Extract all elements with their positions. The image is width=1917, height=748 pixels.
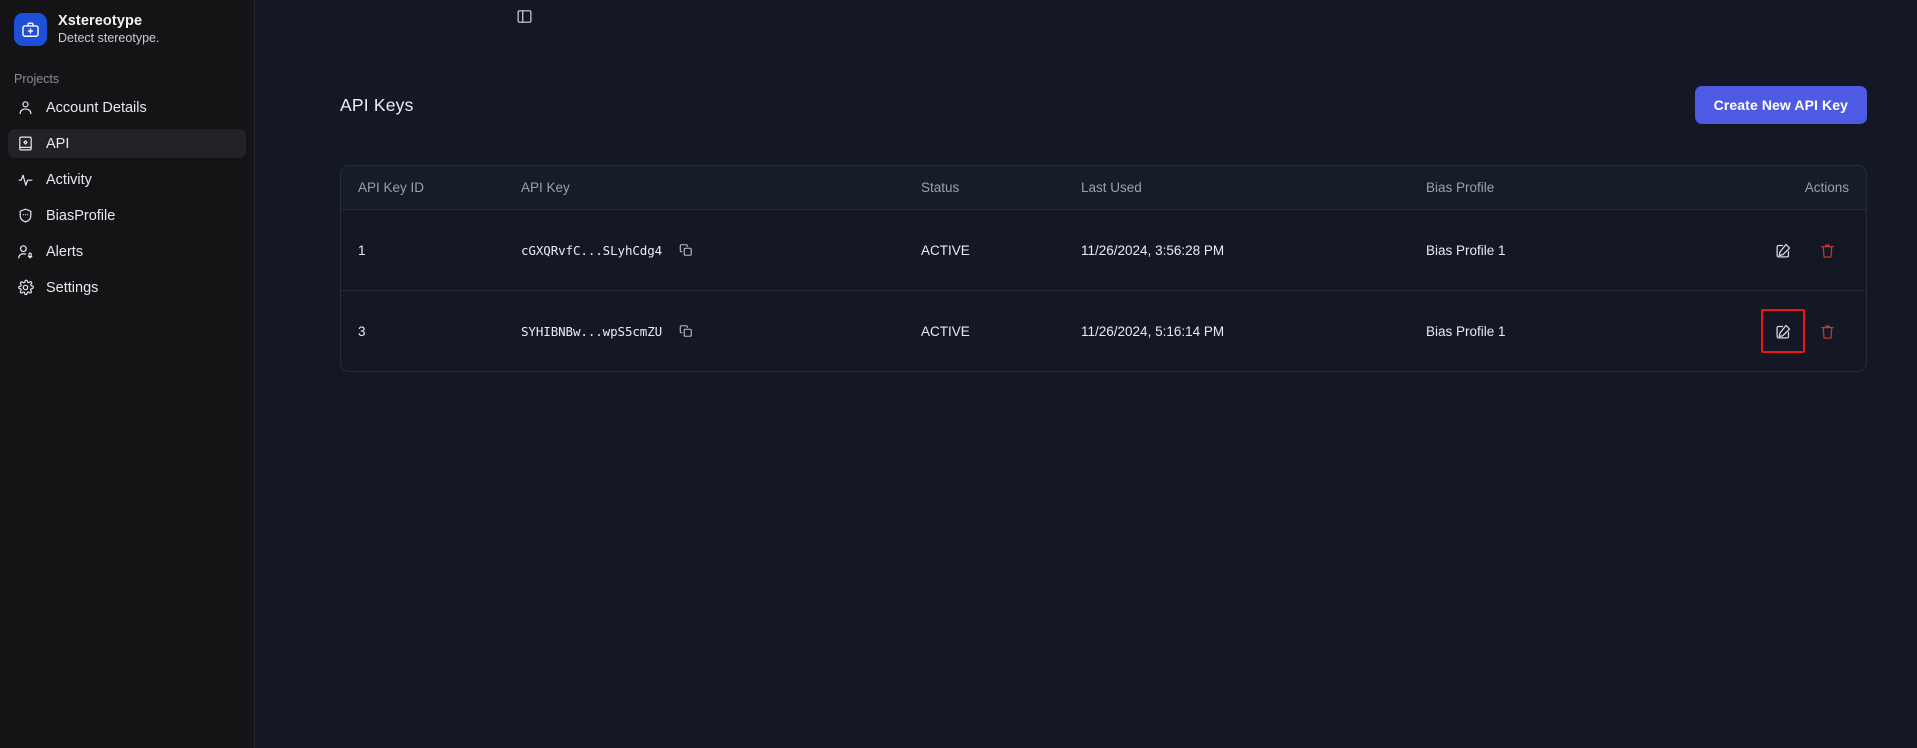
brand-text: Xstereotype Detect stereotype.	[58, 12, 159, 46]
brand-title: Xstereotype	[58, 13, 143, 29]
sidebar-item-settings[interactable]: Settings	[8, 273, 246, 302]
activity-pulse-icon	[17, 171, 34, 188]
column-header-bias-profile: Bias Profile	[1426, 166, 1761, 210]
main-content: API Keys Create New API Key API Key ID A…	[255, 0, 1917, 748]
user-icon	[17, 99, 34, 116]
sidebar-item-label: API	[46, 135, 70, 152]
cell-actions	[1761, 209, 1866, 291]
sidebar-item-api[interactable]: API	[8, 129, 246, 159]
column-header-api-key: API Key	[521, 166, 921, 210]
status-badge: ACTIVE	[921, 209, 1081, 291]
trash-icon[interactable]	[1805, 228, 1849, 272]
cell-api-key: cGXQRvfC...SLyhCdg4	[521, 209, 921, 291]
row-actions	[1761, 309, 1849, 353]
column-header-api-key-id: API Key ID	[341, 166, 521, 210]
cell-api-key-id: 3	[358, 323, 366, 339]
page-header: API Keys Create New API Key	[340, 86, 1867, 124]
trash-icon[interactable]	[1805, 309, 1849, 353]
copy-icon[interactable]	[679, 324, 693, 338]
page-title: API Keys	[340, 94, 414, 115]
cell-last-used: 11/26/2024, 3:56:28 PM	[1081, 209, 1426, 291]
table-head: API Key ID API Key Status Last Used Bias…	[341, 166, 1866, 210]
table-row: 1 cGXQRvfC...SLyhCdg4 ACTIVE 11/26/2024,…	[341, 209, 1866, 291]
gear-icon	[17, 279, 34, 296]
column-header-status: Status	[921, 166, 1081, 210]
sidebar-item-label: Account Details	[46, 99, 147, 116]
column-header-actions: Actions	[1761, 166, 1866, 210]
cell-bias-profile: Bias Profile 1	[1426, 323, 1506, 339]
sidebar: Xstereotype Detect stereotype. Projects …	[0, 0, 255, 748]
table-row: 3 SYHIBNBw...wpS5cmZU ACTIVE 11/26/2024,…	[341, 291, 1866, 372]
copy-icon[interactable]	[679, 243, 693, 257]
app-root: Xstereotype Detect stereotype. Projects …	[0, 0, 1917, 748]
api-keys-table: API Key ID API Key Status Last Used Bias…	[341, 166, 1866, 371]
api-key-wrapper: SYHIBNBw...wpS5cmZU	[521, 324, 921, 339]
sidebar-item-biasprofile[interactable]: BiasProfile	[8, 201, 246, 230]
brand-subtitle: Detect stereotype.	[58, 31, 160, 46]
brand-header[interactable]: Xstereotype Detect stereotype.	[0, 0, 254, 58]
api-key-value: cGXQRvfC...SLyhCdg4	[521, 242, 663, 258]
api-book-icon	[17, 135, 34, 152]
sidebar-item-activity[interactable]: Activity	[8, 165, 246, 194]
sidebar-item-account-details[interactable]: Account Details	[8, 93, 246, 122]
sidebar-item-label: Activity	[46, 171, 92, 188]
cell-api-key-id: 1	[341, 209, 521, 291]
edit-icon[interactable]	[1761, 309, 1805, 353]
sidebar-panel-icon[interactable]	[513, 5, 535, 27]
shield-icon	[17, 207, 34, 224]
table-body: 1 cGXQRvfC...SLyhCdg4 ACTIVE 11/26/2024,…	[341, 209, 1866, 372]
status-badge: ACTIVE	[921, 323, 970, 339]
cell-bias-profile: Bias Profile 1	[1426, 209, 1761, 291]
sidebar-item-label: BiasProfile	[46, 207, 116, 224]
sidebar-item-label: Alerts	[46, 243, 84, 260]
column-header-last-used: Last Used	[1081, 166, 1426, 210]
user-alert-icon	[17, 243, 34, 260]
sidebar-section-label: Projects	[14, 72, 60, 87]
sidebar-nav: Account Details API Activity BiasProfile…	[0, 93, 254, 302]
api-keys-page: API Keys Create New API Key API Key ID A…	[255, 0, 1917, 372]
sidebar-item-label: Settings	[46, 279, 99, 296]
medical-briefcase-icon	[14, 12, 47, 46]
sidebar-item-alerts[interactable]: Alerts	[8, 237, 246, 266]
table-header-row: API Key ID API Key Status Last Used Bias…	[341, 166, 1866, 210]
edit-icon[interactable]	[1761, 228, 1805, 272]
api-key-wrapper: cGXQRvfC...SLyhCdg4	[521, 243, 921, 258]
api-keys-table-card: API Key ID API Key Status Last Used Bias…	[340, 165, 1867, 372]
cell-api-key: SYHIBNBw...wpS5cmZU	[521, 291, 921, 372]
cell-actions	[1761, 291, 1866, 372]
create-new-api-key-button[interactable]: Create New API Key	[1694, 86, 1867, 124]
row-actions	[1761, 228, 1849, 272]
api-key-value: SYHIBNBw...wpS5cmZU	[521, 323, 663, 339]
cell-last-used: 11/26/2024, 5:16:14 PM	[1081, 323, 1225, 339]
